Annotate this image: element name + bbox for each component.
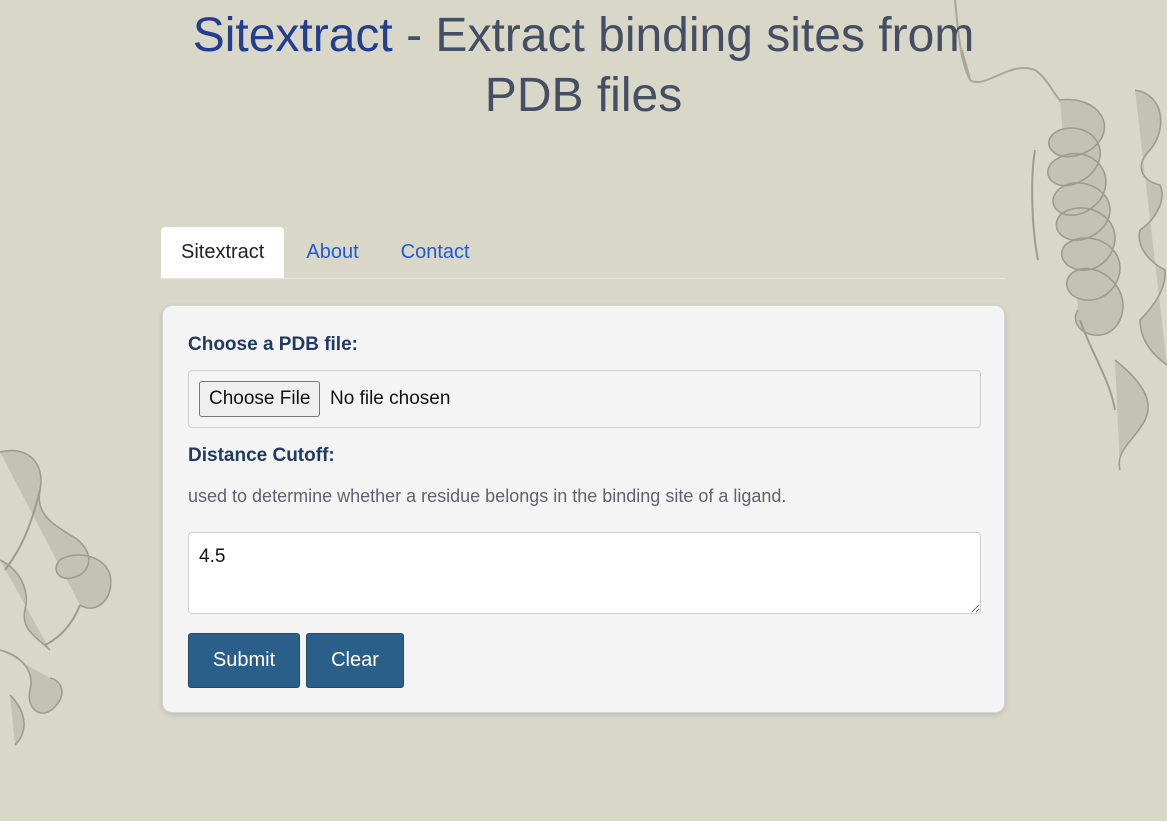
tab-bar: Sitextract About Contact xyxy=(161,227,1005,279)
file-input-field[interactable]: Choose File No file chosen xyxy=(188,370,981,428)
cutoff-label: Distance Cutoff: xyxy=(188,445,335,466)
tab-contact[interactable]: Contact xyxy=(381,227,490,278)
protein-ribbon-decoration-left xyxy=(0,449,112,746)
distance-cutoff-input[interactable]: 4.5 xyxy=(188,532,981,614)
upload-form-card: Choose a PDB file: Choose File No file c… xyxy=(162,305,1005,713)
clear-button[interactable]: Clear xyxy=(306,633,404,688)
tab-sitextract[interactable]: Sitextract xyxy=(161,227,285,278)
page-title: Sitextract - Extract binding sites from … xyxy=(160,6,1007,126)
submit-button[interactable]: Submit xyxy=(188,633,300,688)
file-label: Choose a PDB file: xyxy=(188,334,358,355)
brand-name: Sitextract xyxy=(192,9,393,62)
choose-file-button[interactable]: Choose File xyxy=(199,381,321,417)
tab-about[interactable]: About xyxy=(286,227,378,278)
cutoff-help-text: used to determine whether a residue belo… xyxy=(188,486,787,506)
page-title-text: - Extract binding sites from PDB files xyxy=(392,9,975,122)
file-status-text: No file chosen xyxy=(330,388,451,409)
